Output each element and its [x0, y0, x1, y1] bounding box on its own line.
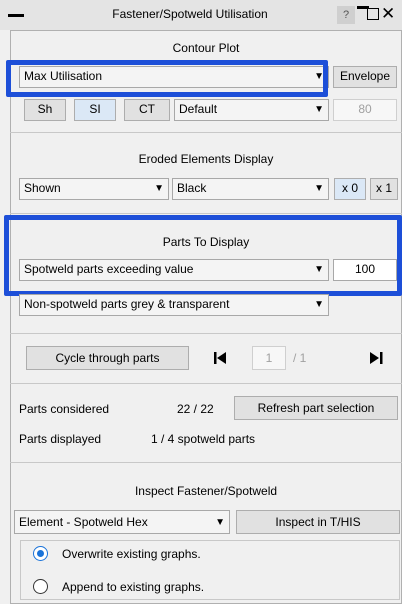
dropdown-arrow-icon: ▼: [215, 517, 225, 528]
si-button[interactable]: SI: [74, 99, 116, 121]
page-field: 1: [252, 346, 286, 370]
help-button[interactable]: ?: [337, 6, 355, 24]
parts-considered-value: 22 / 22: [177, 402, 214, 416]
sh-button[interactable]: Sh: [24, 99, 66, 121]
inspect-in-this-button[interactable]: Inspect in T/HIS: [236, 510, 400, 534]
dropdown-arrow-icon: ▼: [154, 183, 164, 194]
nonspot-value: Non-spotweld parts grey & transparent: [24, 297, 230, 311]
skip-first-icon: [214, 352, 226, 364]
append-radio[interactable]: [33, 579, 48, 594]
element-select[interactable]: Element - Spotweld Hex ▼: [14, 510, 230, 534]
palette-select[interactable]: Default ▼: [174, 99, 329, 121]
overwrite-label[interactable]: Overwrite existing graphs.: [62, 547, 201, 561]
maximize-icon[interactable]: [367, 8, 379, 20]
eroded-heading: Eroded Elements Display: [138, 152, 274, 166]
last-part-button[interactable]: [360, 346, 394, 370]
window-title: Fastener/Spotweld Utilisation: [112, 7, 268, 21]
dropdown-arrow-icon: ▼: [314, 299, 324, 310]
divider: [10, 213, 402, 214]
dropdown-arrow-icon: ▼: [314, 104, 324, 115]
divider: [10, 462, 402, 463]
nonspot-select[interactable]: Non-spotweld parts grey & transparent ▼: [19, 294, 329, 316]
eroded-display-select[interactable]: Shown ▼: [19, 178, 169, 200]
inspect-heading: Inspect Fastener/Spotweld: [134, 484, 278, 498]
element-value: Element - Spotweld Hex: [19, 515, 148, 529]
x1-button[interactable]: x 1: [370, 178, 398, 200]
x0-button[interactable]: x 0: [334, 178, 366, 200]
divider: [10, 333, 402, 334]
contour-heading: Contour Plot: [172, 41, 240, 55]
first-part-button[interactable]: [204, 346, 238, 370]
highlight-box: [6, 60, 328, 97]
envelope-button[interactable]: Envelope: [333, 66, 397, 88]
skip-last-icon: [370, 352, 383, 364]
ct-button[interactable]: CT: [124, 99, 170, 121]
eroded-color-select[interactable]: Black ▼: [172, 178, 329, 200]
divider: [10, 132, 402, 133]
dropdown-arrow-icon: ▼: [314, 183, 324, 194]
cycle-parts-button[interactable]: Cycle through parts: [26, 346, 189, 370]
parts-considered-label: Parts considered: [19, 402, 110, 416]
highlight-box: [4, 215, 402, 296]
page-total: / 1: [293, 351, 307, 365]
parts-displayed-label: Parts displayed: [19, 432, 102, 446]
eroded-color-value: Black: [177, 181, 207, 195]
palette-value: Default: [179, 102, 218, 116]
parts-displayed-value: 1 / 4 spotweld parts: [151, 432, 256, 446]
level-field: 80: [333, 99, 397, 121]
eroded-display-value: Shown: [24, 181, 61, 195]
append-label[interactable]: Append to existing graphs.: [62, 580, 204, 594]
overwrite-radio[interactable]: [33, 546, 48, 561]
close-icon[interactable]: ✕: [381, 4, 395, 24]
divider: [10, 383, 402, 384]
window-menu-icon[interactable]: [8, 14, 24, 17]
refresh-part-selection-button[interactable]: Refresh part selection: [234, 396, 398, 420]
